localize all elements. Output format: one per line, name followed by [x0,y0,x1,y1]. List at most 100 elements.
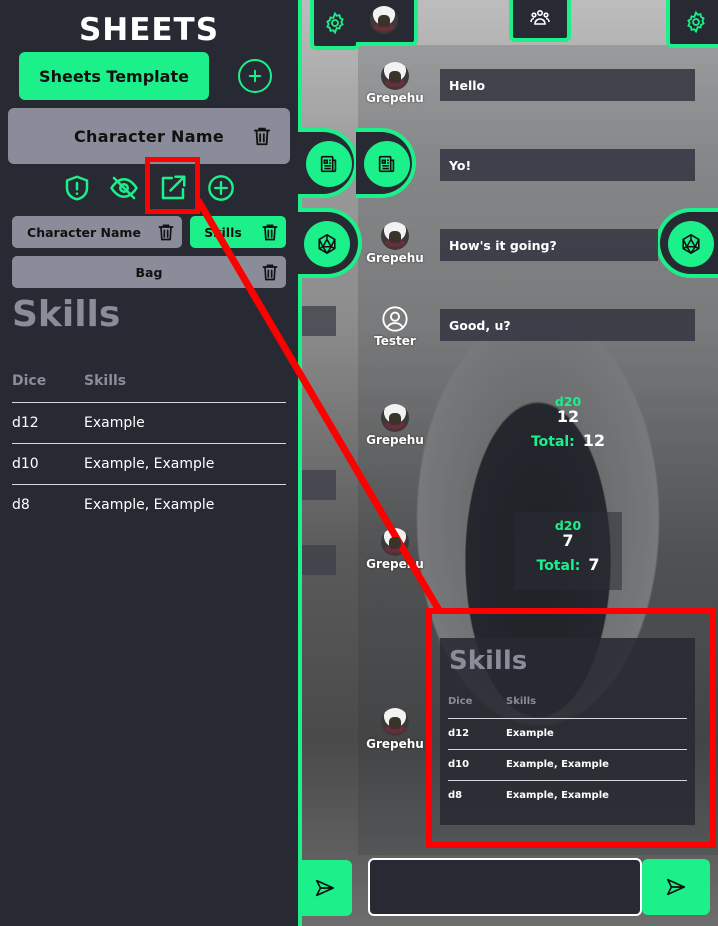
dice-roll-result: d20 7 Total: 7 [518,518,618,574]
message-bubble: Yo! [440,149,695,181]
message-author[interactable]: Grepehu [360,222,430,265]
tab-skills[interactable]: Skills [190,216,286,248]
chat-message-input[interactable] [368,858,642,916]
message-author[interactable]: Grepehu [360,708,430,751]
sheets-title: SHEETS [78,12,220,48]
table-row: d12 Example [12,402,286,444]
character-name: Character Name [74,126,224,146]
tab-label: Character Name [27,224,141,240]
author-name: Grepehu [366,433,424,447]
delete-tab-button[interactable] [260,261,280,283]
author-name: Grepehu [366,251,424,265]
skills-cell: Example, Example [84,496,215,513]
trash-icon [262,224,278,241]
dice-toggle-button[interactable] [298,208,362,278]
settings-button[interactable] [310,0,360,50]
delete-tab-button[interactable] [156,221,176,243]
sheet-icon [378,155,395,173]
sheets-panel: SHEETS Sheets Template Character Name Ch… [0,0,298,926]
background-panel-fragment [302,545,336,575]
settings-icon [326,11,344,35]
message-bubble: Good, u? [440,309,695,341]
dice-roll-inner [668,221,714,267]
tab-label: Bag [135,264,163,280]
die-value: 12 [556,407,580,426]
column-header: Dice [12,360,84,403]
die-value: 7 [562,531,574,550]
roll-total: Total: 7 [518,555,618,574]
author-name: Tester [374,334,416,348]
plus-icon [248,69,262,83]
delete-tab-button[interactable] [260,221,280,243]
message-bubble: Hello [440,69,695,101]
message-author[interactable]: Grepehu [360,404,430,447]
sheet-icon [320,155,337,173]
current-user-tab[interactable] [356,0,418,46]
skills-table: Dice Skills d12 Example d10 Example, Exa… [12,360,286,525]
dice-cell: d12 [12,402,84,444]
total-label: Total: [530,434,575,450]
group-icon [530,9,550,25]
avatar [381,528,409,556]
dice-roll-button[interactable] [656,208,718,278]
roll-total: Total: 12 [518,431,618,450]
d20-icon [318,234,336,254]
user-icon [381,305,409,333]
tab-character-name[interactable]: Character Name [12,216,182,248]
message-bubble: How's it going? [440,229,658,261]
sheets-open-inner [364,141,410,187]
avatar [381,62,409,90]
author-name: Grepehu [366,557,424,571]
shield-alert-icon[interactable] [62,173,92,203]
eye-off-icon[interactable] [109,173,139,203]
tab-label: Skills [204,224,242,240]
send-button-left[interactable] [298,860,352,916]
author-name: Grepehu [366,737,424,751]
send-icon [666,878,686,896]
avatar [381,222,409,250]
send-button[interactable] [642,859,710,915]
settings-button-right[interactable] [666,0,718,48]
background-panel-fragment [302,470,336,500]
avatar [370,6,398,34]
trash-icon [253,127,271,146]
table-row: d10 Example, Example [12,443,286,485]
trash-icon [158,224,174,241]
annotation-highlight-box [145,157,200,214]
add-sheet-button[interactable] [238,59,272,93]
plus-circle-icon[interactable] [207,174,235,202]
dice-roll-result: d20 12 Total: 12 [518,394,618,450]
sheets-template-button[interactable]: Sheets Template [19,52,209,100]
column-header: Skills [84,360,286,403]
avatar [381,708,409,736]
section-title: Skills [12,294,121,335]
total-label: Total: [536,558,581,574]
message-author[interactable]: Grepehu [360,62,430,105]
sheets-toggle-inner [306,141,352,187]
settings-icon [687,10,705,34]
author-name: Grepehu [366,91,424,105]
skills-cell: Example [84,402,286,444]
avatar [381,404,409,432]
trash-icon [262,264,278,281]
character-card[interactable]: Character Name [8,108,290,164]
annotation-highlight-box [426,608,716,848]
message-author[interactable]: Tester [360,305,430,348]
table-header-row: Dice Skills [12,360,286,403]
dice-toggle-inner [304,221,350,267]
skills-cell: Example, Example [84,443,286,485]
total-value: 7 [588,555,600,574]
chat-area: Grepehu Hello Yo! Grepehu How's it going… [298,0,718,926]
delete-character-button[interactable] [251,124,273,148]
background-panel-fragment [302,306,336,336]
d20-icon [682,234,700,254]
total-value: 12 [582,431,606,450]
group-button[interactable] [509,0,571,42]
tab-bag[interactable]: Bag [12,256,286,288]
dice-cell: d10 [12,443,84,485]
dice-cell: d8 [12,496,30,513]
message-author[interactable]: Grepehu [360,528,430,571]
send-icon [315,879,335,897]
table-row: d8 Example, Example [12,484,286,525]
sheets-toggle-button[interactable] [298,128,358,198]
